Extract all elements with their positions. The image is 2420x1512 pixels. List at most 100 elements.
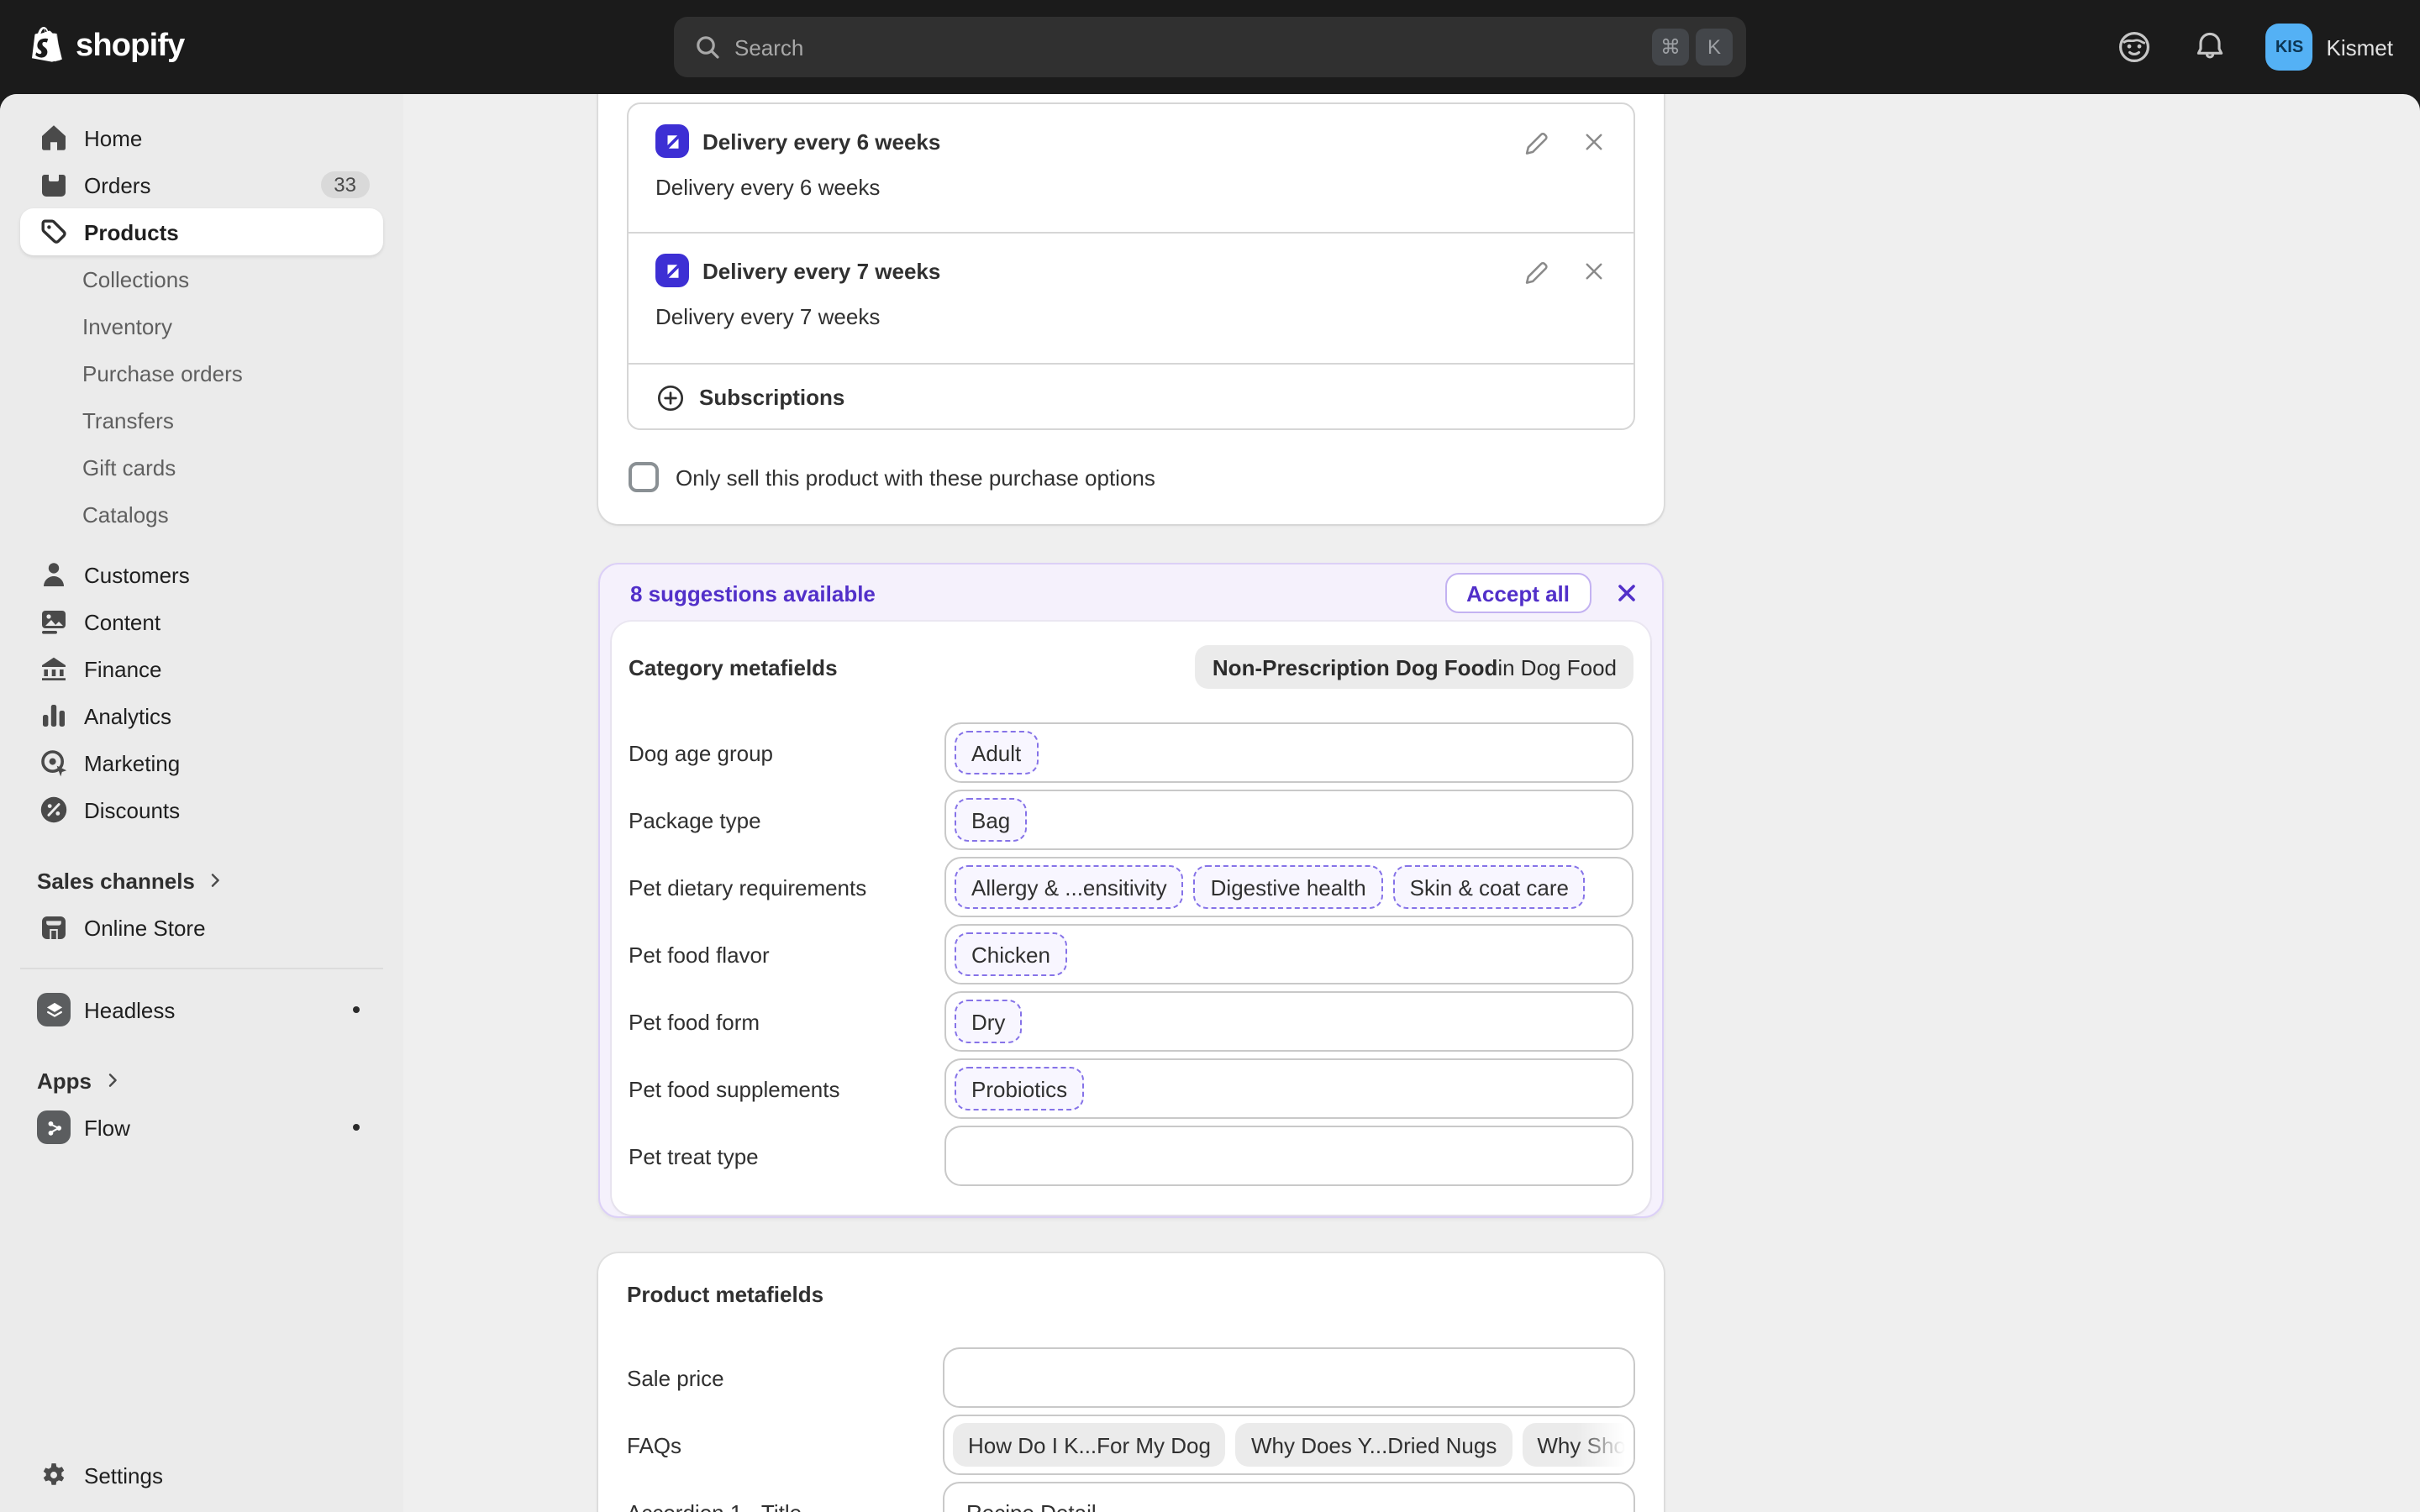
sidekick-icon[interactable] bbox=[2115, 27, 2155, 67]
shopify-admin: shopify Search ⌘ K bbox=[0, 0, 2420, 1512]
category-metafields-card: Category metafields Non-Prescription Dog… bbox=[612, 622, 1650, 1215]
shopify-logo[interactable]: shopify bbox=[27, 0, 185, 94]
user-avatar: KIS bbox=[2266, 24, 2313, 71]
purchase-option-description: Delivery every 6 weeks bbox=[655, 170, 1607, 203]
metafield-input[interactable]: Adult bbox=[944, 722, 1634, 783]
metafield-chip[interactable]: How Do I K...For My Dog bbox=[953, 1423, 1226, 1467]
category-metafields-header: Category metafields Non-Prescription Dog… bbox=[629, 645, 1634, 689]
sidebar-item-label: Transfers bbox=[82, 407, 174, 433]
notifications-bell-icon[interactable] bbox=[2192, 29, 2229, 66]
metafield-input[interactable]: Bag bbox=[944, 790, 1634, 850]
metafield-input[interactable] bbox=[943, 1347, 1635, 1408]
sidebar-item-content[interactable]: Content bbox=[20, 598, 383, 645]
category-pill[interactable]: Non-Prescription Dog Food in Dog Food bbox=[1196, 645, 1634, 689]
sidebar-item-customers[interactable]: Customers bbox=[20, 551, 383, 598]
sidebar-item-home[interactable]: Home bbox=[20, 114, 383, 161]
sidebar-item-label: Inventory bbox=[82, 313, 172, 339]
sidebar-item-analytics[interactable]: Analytics bbox=[20, 692, 383, 739]
metafield-chip[interactable]: Chicken bbox=[955, 932, 1067, 976]
sidebar-gap bbox=[0, 538, 403, 551]
user-menu[interactable]: KIS Kismet bbox=[2266, 24, 2393, 71]
sidebar-item-discounts[interactable]: Discounts bbox=[20, 786, 383, 833]
user-name: Kismet bbox=[2327, 34, 2393, 60]
content-icon bbox=[37, 605, 71, 638]
remove-x-icon[interactable] bbox=[1581, 129, 1607, 154]
only-sell-checkbox-row: Only sell this product with these purcha… bbox=[629, 460, 1634, 494]
sidebar-item-label: Analytics bbox=[84, 703, 171, 728]
accept-all-button[interactable]: Accept all bbox=[1444, 573, 1591, 613]
sidebar-divider bbox=[20, 968, 383, 969]
sidebar-item-collections[interactable]: Collections bbox=[20, 255, 383, 302]
metafield-chip[interactable]: Digestive health bbox=[1194, 865, 1383, 909]
sidebar-header-apps[interactable]: Apps bbox=[20, 1057, 383, 1104]
metafield-row: Pet treat type bbox=[629, 1126, 1634, 1186]
purchase-option-row: Delivery every 7 weeks Delivery every 7 … bbox=[629, 234, 1634, 365]
cmd-key: ⌘ bbox=[1652, 29, 1689, 66]
search-input[interactable]: Search ⌘ K bbox=[674, 17, 1746, 77]
metafield-row: Pet food flavor Chicken bbox=[629, 924, 1634, 984]
category-metafields-title: Category metafields bbox=[629, 654, 838, 680]
sidebar-item-marketing[interactable]: Marketing bbox=[20, 739, 383, 786]
metafield-input[interactable]: Recipe Detail bbox=[943, 1482, 1635, 1512]
metafield-chip[interactable]: Adult bbox=[955, 731, 1038, 774]
category-pill-bold: Non-Prescription Dog Food bbox=[1213, 654, 1497, 680]
sidebar-item-purchase-orders[interactable]: Purchase orders bbox=[20, 349, 383, 396]
dismiss-suggestions-icon[interactable] bbox=[1615, 581, 1639, 605]
sidebar-nav: Home Orders33ProductsCollections Inventory… bbox=[0, 114, 403, 1151]
metafield-label: Package type bbox=[629, 807, 944, 832]
metafield-row: Pet food supplementsProbiotics bbox=[629, 1058, 1634, 1119]
metafield-chip[interactable]: Probiotics bbox=[955, 1067, 1084, 1110]
metafield-chip[interactable]: Bag bbox=[955, 798, 1027, 842]
add-subscriptions-row[interactable]: Subscriptions bbox=[629, 365, 1634, 430]
metafield-chip[interactable]: Dry bbox=[955, 1000, 1022, 1043]
orders-count-badge: 33 bbox=[320, 171, 370, 198]
metafield-input[interactable] bbox=[944, 1126, 1634, 1186]
remove-x-icon[interactable] bbox=[1581, 258, 1607, 283]
metafield-label: FAQs bbox=[627, 1432, 943, 1457]
only-sell-checkbox[interactable] bbox=[629, 462, 659, 492]
metafield-input[interactable]: Chicken bbox=[944, 924, 1634, 984]
sidebar-item-transfers[interactable]: Transfers bbox=[20, 396, 383, 444]
sidebar-item-orders[interactable]: Orders33 bbox=[20, 161, 383, 208]
sidebar-item-products[interactable]: Products bbox=[20, 208, 383, 255]
metafield-row: Package type Bag bbox=[629, 790, 1634, 850]
suggestions-banner: 8 suggestions available Accept all bbox=[600, 564, 1662, 622]
metafield-input[interactable]: Dry bbox=[944, 991, 1634, 1052]
sidebar-item-label: Discounts bbox=[84, 797, 180, 822]
analytics-icon bbox=[37, 699, 71, 732]
edit-pencil-icon[interactable] bbox=[1523, 256, 1551, 285]
gear-icon bbox=[37, 1458, 71, 1492]
sidebar-item-flow[interactable]: Flow bbox=[20, 1104, 383, 1151]
metafield-input[interactable]: Allergy & ...ensitivityDigestive healthS… bbox=[944, 857, 1634, 917]
sidebar-item-label: Home bbox=[84, 125, 142, 150]
sidebar-item-finance[interactable]: Finance bbox=[20, 645, 383, 692]
metafield-input[interactable]: Probiotics bbox=[944, 1058, 1634, 1119]
search-icon bbox=[694, 34, 721, 60]
sidebar-item-settings[interactable]: Settings bbox=[20, 1452, 383, 1499]
sidebar-item-label: Headless bbox=[84, 997, 175, 1022]
sidebar-item-catalogs[interactable]: Catalogs bbox=[20, 491, 383, 538]
metafield-label: Sale price bbox=[627, 1365, 943, 1390]
metafield-input[interactable]: How Do I K...For My DogWhy Does Y...Drie… bbox=[943, 1415, 1635, 1475]
subscription-app-icon bbox=[655, 124, 689, 158]
sidebar-item-headless[interactable]: Headless bbox=[20, 986, 383, 1033]
metafield-label: Dog age group bbox=[629, 740, 944, 765]
metafield-chip[interactable]: Why Should...W bbox=[1522, 1423, 1635, 1467]
metafield-chip[interactable]: Why Does Y...Dried Nugs bbox=[1236, 1423, 1512, 1467]
sidebar-item-label: Online Store bbox=[84, 915, 206, 940]
sidebar-header-sales-channels[interactable]: Sales channels bbox=[20, 857, 383, 904]
finance-icon bbox=[37, 652, 71, 685]
edit-pencil-icon[interactable] bbox=[1523, 127, 1551, 155]
metafield-label: Pet food flavor bbox=[629, 942, 944, 967]
sidebar-header-label: Apps bbox=[37, 1068, 92, 1093]
metafield-chip[interactable]: Skin & coat care bbox=[1393, 865, 1586, 909]
sidebar-item-gift-cards[interactable]: Gift cards bbox=[20, 444, 383, 491]
main-content: Delivery every 6 weeks Delivery every 6 … bbox=[403, 94, 2420, 1512]
metafield-value: Recipe Detail bbox=[953, 1499, 1097, 1512]
sidebar-item-online-store[interactable]: Online Store bbox=[20, 904, 383, 951]
metafield-chip[interactable]: Allergy & ...ensitivity bbox=[955, 865, 1184, 909]
sidebar-item-label: Gift cards bbox=[82, 454, 176, 480]
topbar-right: KIS Kismet bbox=[2115, 0, 2393, 94]
sidebar-item-inventory[interactable]: Inventory bbox=[20, 302, 383, 349]
purchase-option-description: Delivery every 7 weeks bbox=[655, 299, 1607, 333]
